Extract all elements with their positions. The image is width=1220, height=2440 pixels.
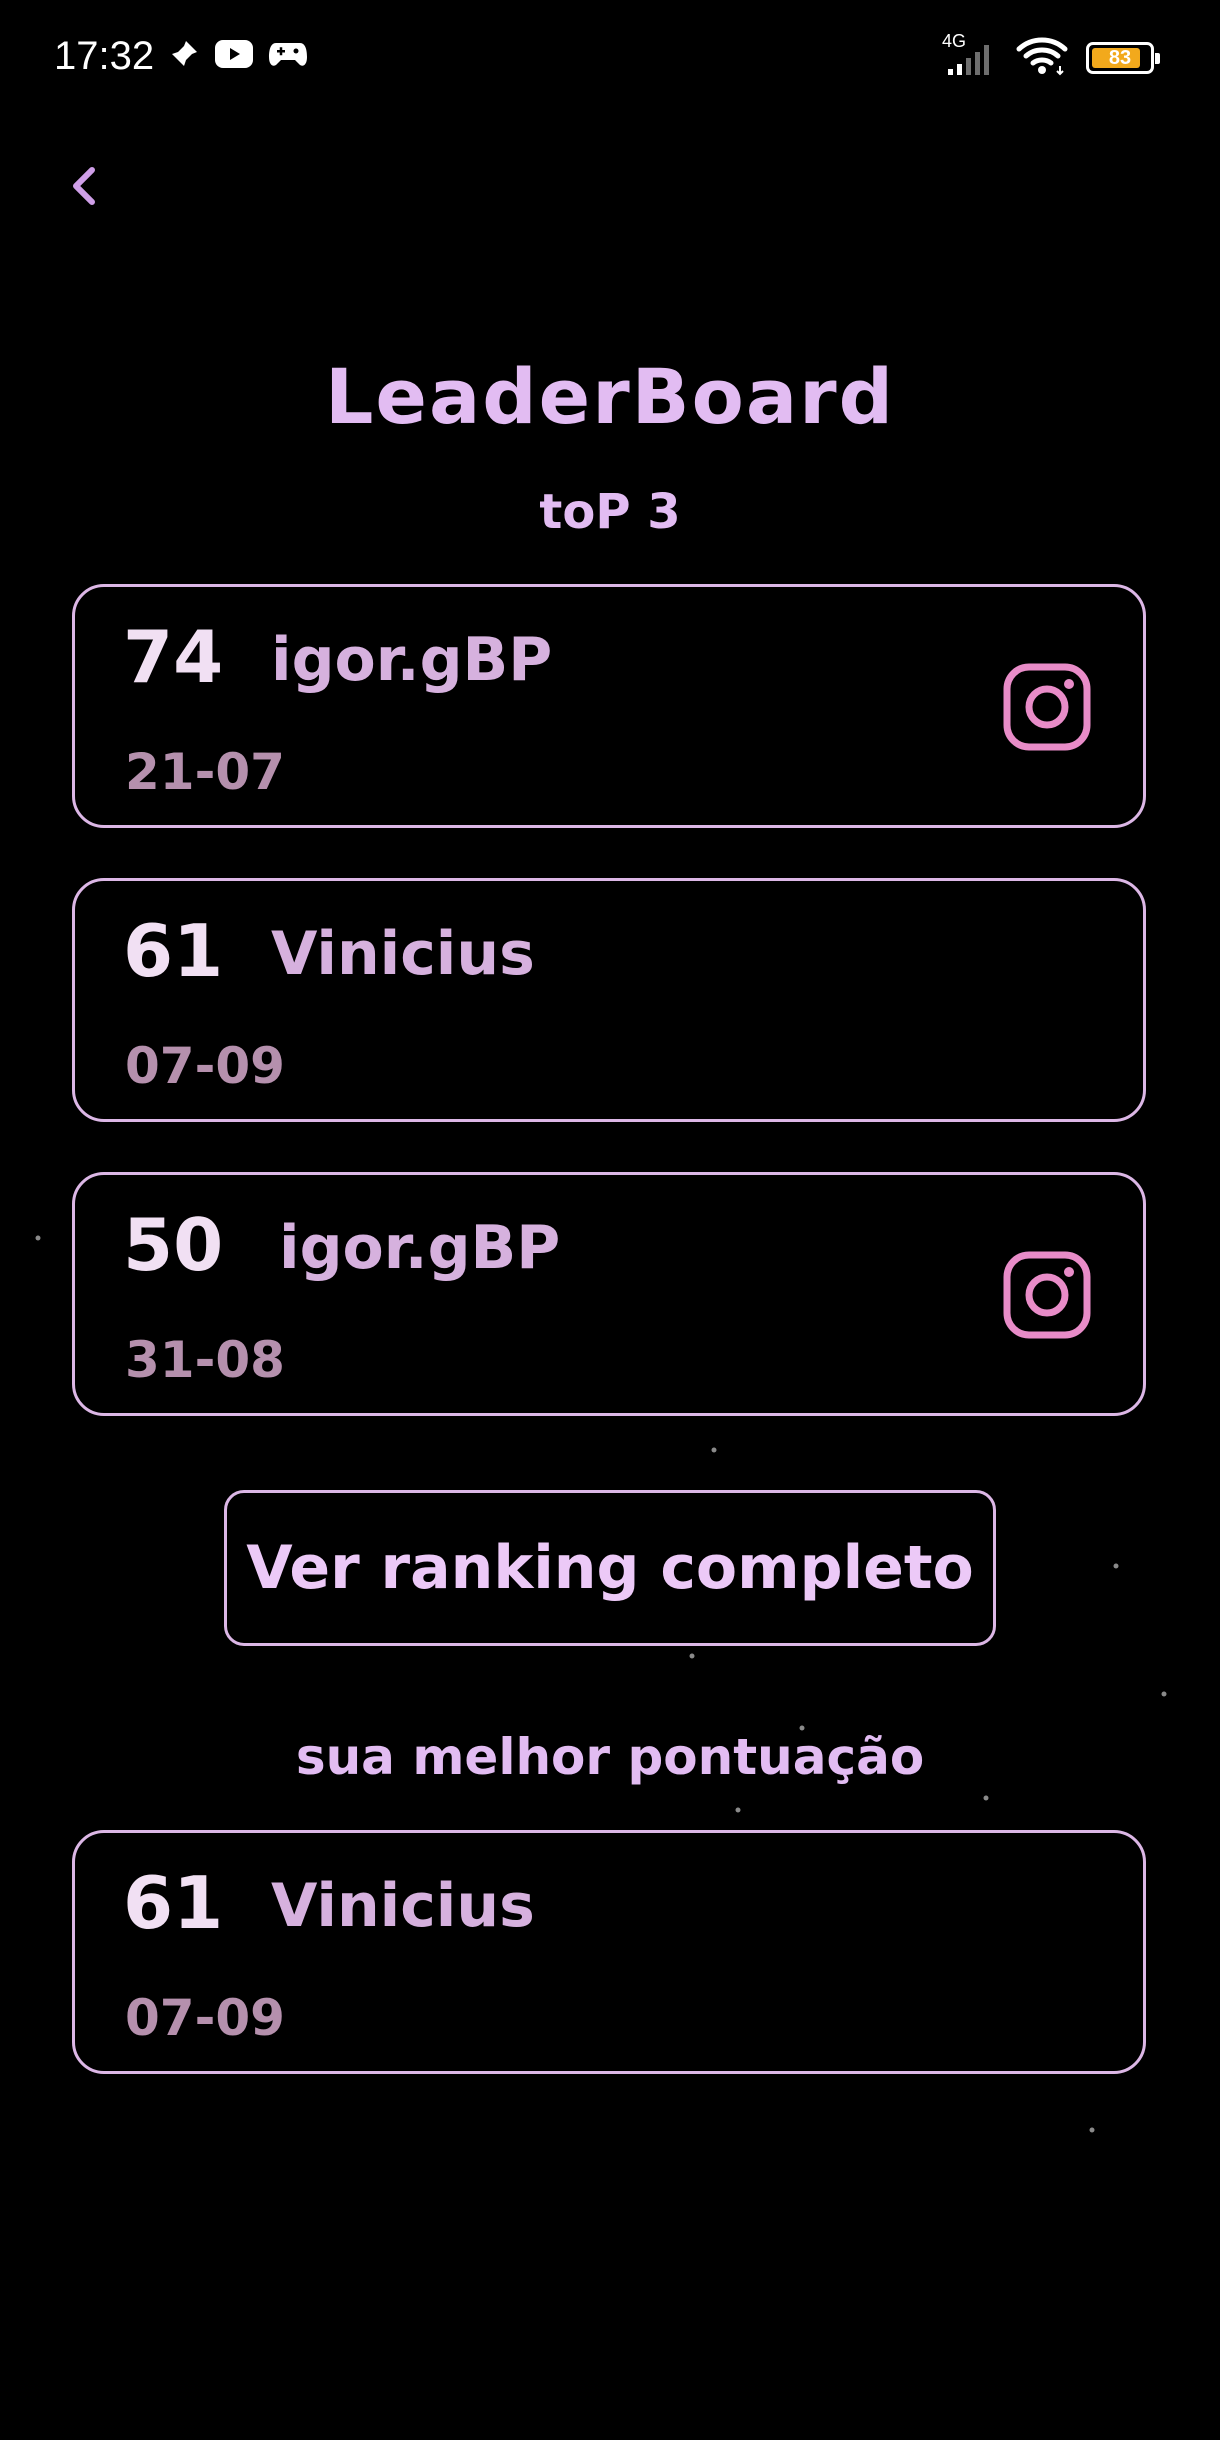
best-score-card[interactable]: 61 Vinicius 07-09 <box>72 1830 1146 2074</box>
back-button[interactable] <box>56 158 112 214</box>
status-system-icons: 4G 83 <box>942 31 1160 80</box>
youtube-icon <box>214 39 254 73</box>
wifi-icon <box>1016 36 1068 80</box>
page-title: LeaderBoard <box>325 352 895 441</box>
card-score: 61 <box>123 909 224 993</box>
chevron-left-icon <box>73 167 95 205</box>
gamepad-icon <box>268 39 308 73</box>
leaderboard-card-3[interactable]: 50 igor.gBP 31-08 <box>72 1172 1146 1416</box>
card-player-name: igor.gBP <box>279 1213 561 1283</box>
signal-icon: 4G <box>942 31 998 77</box>
card-date: 07-09 <box>125 1037 285 1095</box>
card-date: 31-08 <box>125 1331 285 1389</box>
status-notification-icons <box>168 38 308 74</box>
battery-icon: 83 <box>1086 42 1160 74</box>
best-score-heading: sua melhor pontuação <box>295 1728 925 1786</box>
network-type-label: 4G <box>942 31 967 51</box>
status-bar: 17:32 4G 83 <box>0 0 1220 120</box>
card-date: 21-07 <box>125 743 285 801</box>
instagram-icon[interactable] <box>1003 663 1091 751</box>
card-player-name: Vinicius <box>271 1871 535 1941</box>
card-player-name: Vinicius <box>271 919 535 989</box>
card-score: 61 <box>123 1861 224 1945</box>
battery-percentage: 83 <box>1108 46 1132 69</box>
leaderboard-card-1[interactable]: 74 igor.gBP 21-07 <box>72 584 1146 828</box>
pin-icon <box>168 38 200 74</box>
full-ranking-button[interactable]: Ver ranking completo <box>224 1490 996 1646</box>
card-date: 07-09 <box>125 1989 285 2047</box>
card-score: 50 <box>123 1203 224 1287</box>
status-time: 17:32 <box>54 34 155 78</box>
top3-heading: toP 3 <box>539 484 681 540</box>
instagram-icon[interactable] <box>1003 1251 1091 1339</box>
card-score: 74 <box>123 615 224 699</box>
leaderboard-card-2[interactable]: 61 Vinicius 07-09 <box>72 878 1146 1122</box>
card-player-name: igor.gBP <box>271 625 553 695</box>
